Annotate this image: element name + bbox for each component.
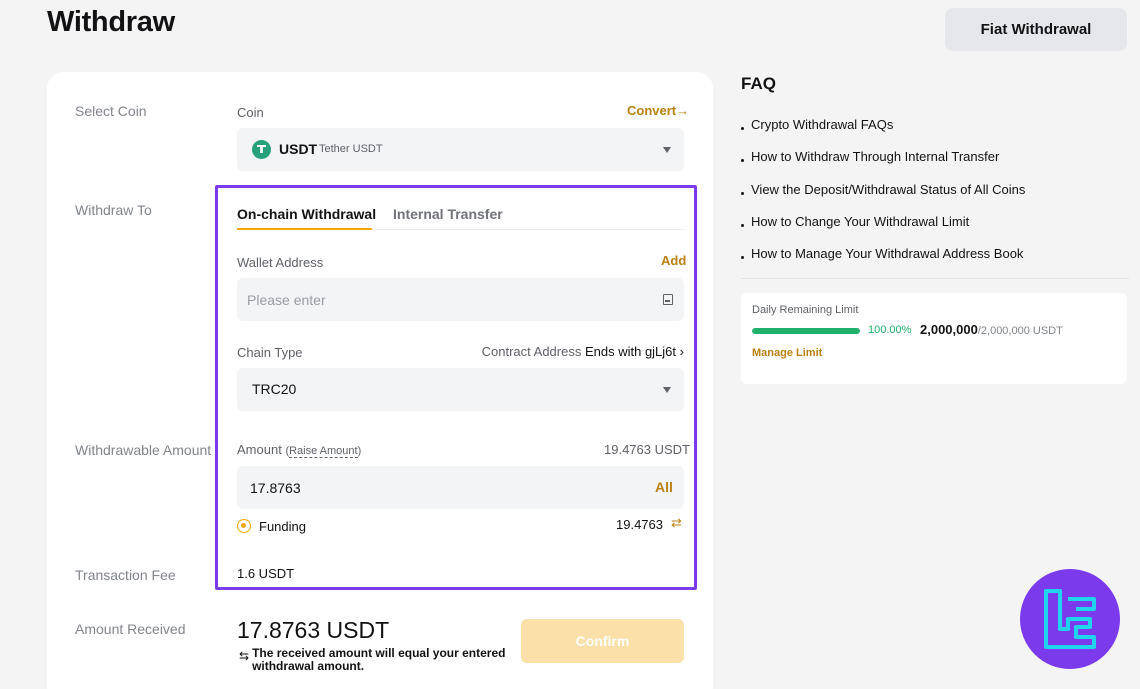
wallet-address-field [237,278,684,321]
funding-balance: 19.4763 [616,517,663,532]
coin-label: Coin [237,105,264,120]
transaction-fee-label: Transaction Fee [75,567,176,583]
received-note-line2: withdrawal amount. [252,659,365,673]
received-note-line1: The received amount will equal your ente… [252,646,506,660]
amount-input[interactable] [237,466,637,509]
daily-limit-total: /2,000,000 USDT [977,325,1063,337]
daily-limit-progress-fill [752,328,860,334]
received-amount-note: ⇆ The received amount will equal your en… [239,647,505,673]
chain-type-label: Chain Type [237,345,303,360]
wallet-address-label: Wallet Address [237,255,324,270]
brand-logo-watermark [1020,569,1120,669]
page-title: Withdraw [47,6,175,38]
withdraw-to-label: Withdraw To [75,202,152,218]
contract-address-prefix: Contract Address [481,344,582,359]
daily-limit-amount: 2,000,000/2,000,000 USDT [920,322,1063,337]
amount-received-label: Amount Received [75,621,186,637]
coin-name: Tether USDT [319,143,383,155]
exchange-arrows-icon: ⇆ [239,649,250,663]
faq-item[interactable]: How to Withdraw Through Internal Transfe… [741,149,1025,181]
arrow-right-icon: → [676,103,690,118]
faq-item[interactable]: How to Manage Your Withdrawal Address Bo… [741,246,1025,278]
chain-type-select[interactable]: TRC20 [237,368,684,411]
chevron-down-icon [663,387,671,393]
amount-label: Amount [237,442,282,457]
brand-logo-icon [1044,589,1096,649]
faq-item[interactable]: Crypto Withdrawal FAQs [741,117,1025,149]
daily-limit-percent: 100.00% [868,324,912,336]
amount-received-value: 17.8763 USDT [237,617,390,643]
tether-icon [252,140,271,159]
manage-limit-link[interactable]: Manage Limit [752,347,822,359]
amount-label-group: Amount (Raise Amount) [237,442,362,458]
add-address-link[interactable]: Add [661,253,686,268]
raise-amount-link[interactable]: Raise Amount [289,445,358,458]
daily-limit-remaining: 2,000,000 [920,322,978,337]
funding-label: Funding [259,519,306,534]
transaction-fee-value: 1.6 USDT [237,566,295,581]
available-balance: 19.4763 USDT [604,442,690,457]
faq-list: Crypto Withdrawal FAQs How to Withdraw T… [741,117,1025,278]
contract-address-value: Ends with gjLj6t [584,344,677,359]
faq-title: FAQ [741,74,776,93]
all-button[interactable]: All [655,479,673,495]
raise-amount-paren-close: ) [357,445,362,457]
active-tab-indicator [237,228,372,230]
convert-link[interactable]: Convert→ [627,103,689,118]
confirm-button[interactable]: Confirm [521,619,684,663]
address-book-icon[interactable] [663,294,673,305]
funding-radio[interactable] [237,519,251,533]
chain-type-value: TRC20 [252,381,297,397]
faq-divider [741,278,1129,279]
daily-limit-card: Daily Remaining Limit 100.00% 2,000,000/… [741,293,1127,384]
tab-on-chain-withdrawal[interactable]: On-chain Withdrawal [237,206,376,222]
faq-item[interactable]: View the Deposit/Withdrawal Status of Al… [741,182,1025,214]
fiat-withdrawal-button[interactable]: Fiat Withdrawal [945,8,1127,51]
select-coin-label: Select Coin [75,103,147,119]
daily-limit-progress-bar [752,328,860,334]
tab-internal-transfer[interactable]: Internal Transfer [393,206,503,222]
contract-address-link[interactable]: Contract Address Ends with gjLj6t › [482,344,684,359]
amount-field: All [237,466,684,509]
withdrawable-amount-label: Withdrawable Amount [75,442,212,458]
wallet-address-input[interactable] [237,278,637,321]
chevron-down-icon [663,147,671,153]
coin-symbol: USDT [279,141,318,157]
chevron-right-icon: › [679,344,684,359]
convert-link-label: Convert [627,103,677,118]
swap-icon[interactable]: ⇄ [671,515,682,531]
coin-select[interactable]: USDT Tether USDT [237,128,684,171]
daily-limit-title: Daily Remaining Limit [752,304,859,316]
faq-item[interactable]: How to Change Your Withdrawal Limit [741,214,1025,246]
received-note-text: The received amount will equal your ente… [252,647,505,673]
